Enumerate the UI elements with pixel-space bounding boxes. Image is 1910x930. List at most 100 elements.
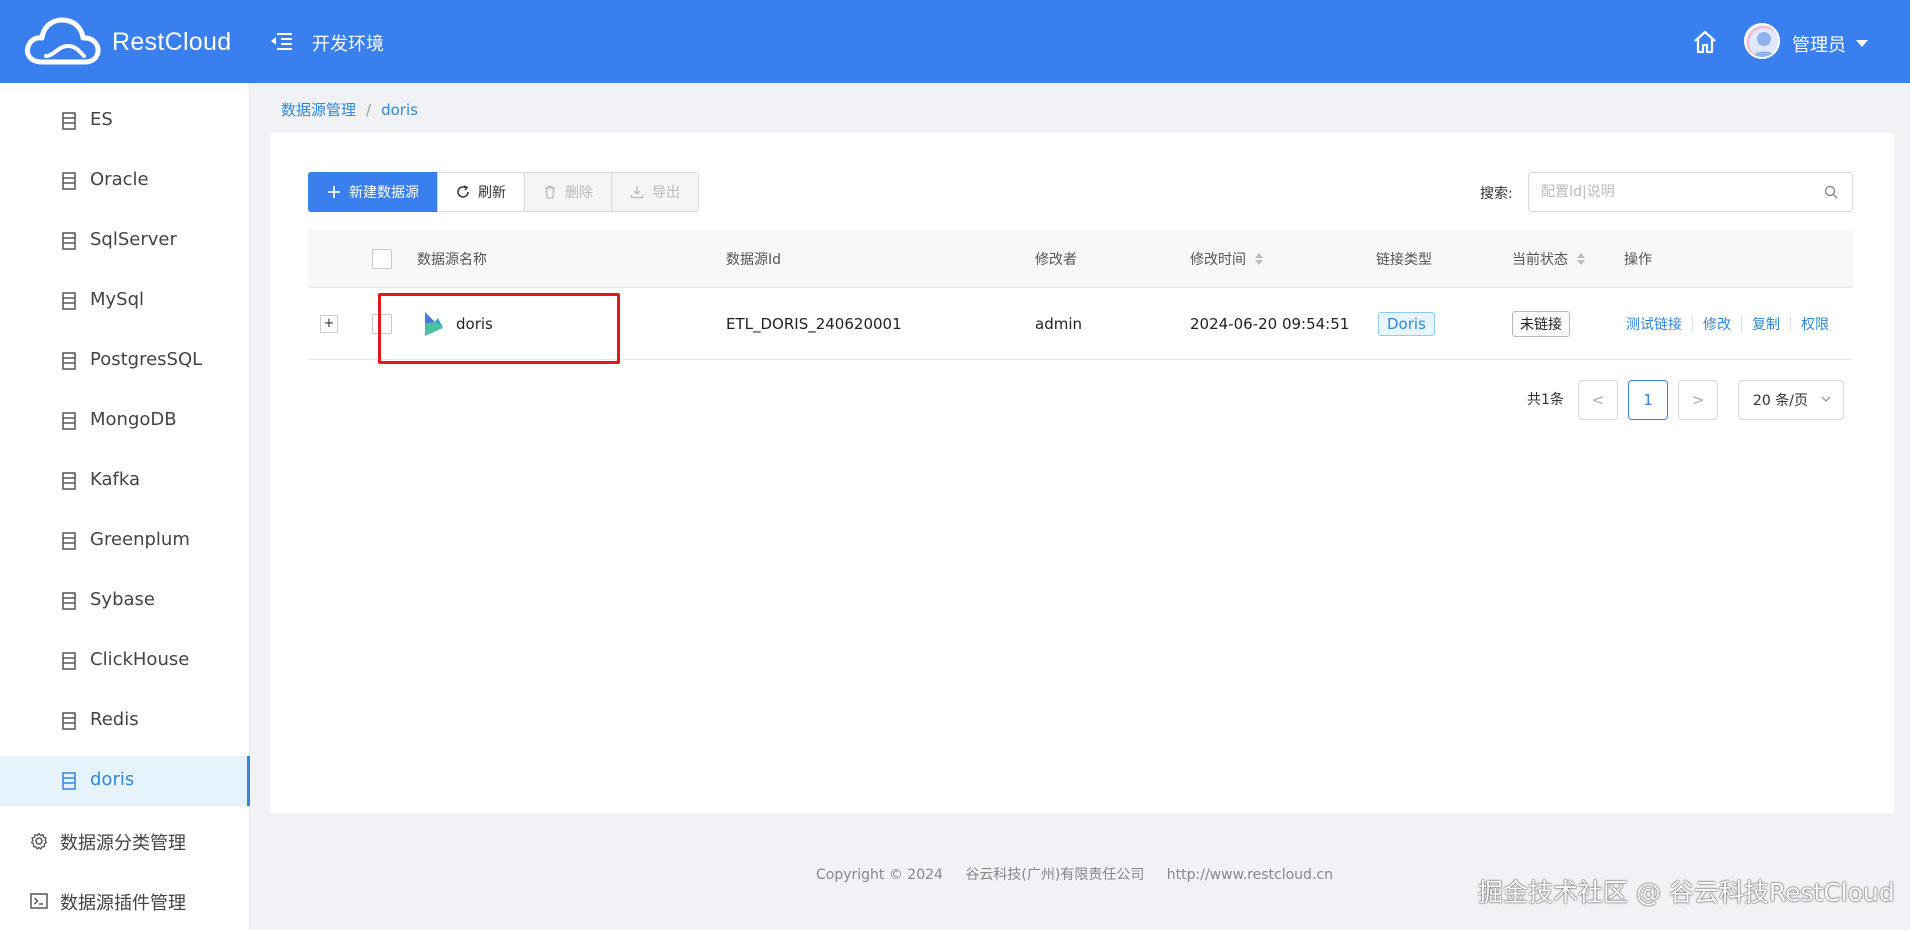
refresh-button[interactable]: 刷新	[437, 172, 525, 212]
sidebar-item-label: PostgresSQL	[90, 349, 203, 370]
download-icon	[630, 186, 644, 199]
expand-row-button[interactable]: +	[320, 314, 338, 333]
copy-link[interactable]: 复制	[1752, 314, 1780, 334]
action-divider	[1692, 316, 1693, 331]
modifier: admin	[1035, 314, 1082, 333]
sidebar-item-kafka[interactable]: Kafka	[0, 456, 250, 506]
sidebar-item-mysql[interactable]: MySql	[0, 276, 250, 326]
watermark: 掘金技术社区 @ 谷云科技RestCloud	[1478, 878, 1895, 907]
sidebar-item-clickhouse[interactable]: ClickHouse	[0, 636, 250, 686]
new-datasource-button[interactable]: 新建数据源	[308, 172, 438, 212]
database-icon	[62, 652, 76, 670]
sidebar-item-label: Kafka	[90, 469, 140, 490]
sidebar-item-greenplum[interactable]: Greenplum	[0, 516, 250, 566]
sidebar-group-label: 数据源插件管理	[60, 893, 186, 914]
page-size-select[interactable]: 20 条/页	[1738, 380, 1844, 420]
top-header: RestCloud 开发环境 管理员	[0, 0, 1910, 83]
sidebar-item-sybase[interactable]: Sybase	[0, 576, 250, 626]
datasource-id: ETL_DORIS_240620001	[726, 314, 902, 333]
sidebar-item-mongodb[interactable]: MongoDB	[0, 396, 250, 446]
sidebar-item-label: Redis	[90, 709, 139, 730]
sidebar-group-label: 数据源分类管理	[60, 833, 186, 854]
export-button[interactable]: 导出	[611, 172, 699, 212]
environment-title[interactable]: 开发环境	[312, 30, 384, 56]
menu-fold-icon[interactable]	[270, 31, 292, 51]
sidebar-item-label: MySql	[90, 289, 145, 310]
pagination-total: 共1条	[1527, 392, 1564, 408]
search-icon[interactable]	[1824, 185, 1838, 199]
breadcrumb-current: doris	[381, 101, 418, 119]
brand-name: RestCloud	[112, 27, 232, 56]
permission-link[interactable]: 权限	[1801, 314, 1829, 334]
home-icon[interactable]	[1692, 29, 1718, 55]
page-1-button[interactable]: 1	[1628, 380, 1668, 420]
select-all-checkbox[interactable]	[372, 248, 392, 269]
database-icon	[62, 412, 76, 430]
column-header-label: 当前状态	[1512, 251, 1568, 268]
sidebar-item-label: ClickHouse	[90, 649, 190, 670]
database-icon	[62, 232, 76, 250]
expand-cell: +	[320, 288, 338, 359]
user-name[interactable]: 管理员	[1792, 31, 1846, 57]
sidebar-group-category-management[interactable]: 数据源分类管理	[0, 816, 250, 866]
database-icon	[62, 292, 76, 310]
search-input[interactable]	[1528, 172, 1853, 212]
column-header-name: 数据源名称	[417, 251, 487, 268]
user-avatar-icon	[1746, 25, 1778, 57]
page-size-value: 20 条/页	[1753, 393, 1808, 409]
sort-icon[interactable]	[1576, 251, 1586, 267]
column-header-modified-time[interactable]: 修改时间	[1190, 230, 1264, 287]
link-type-cell: Doris	[1378, 288, 1435, 359]
toolbar: 新建数据源 刷新 删除 导出	[308, 172, 699, 212]
footer-url[interactable]: http://www.restcloud.cn	[1167, 867, 1333, 883]
sidebar-item-postgressql[interactable]: PostgresSQL	[0, 336, 250, 386]
breadcrumb-separator: /	[366, 101, 372, 119]
footer-copyright: Copyright © 2024	[816, 867, 943, 883]
database-icon	[62, 772, 76, 790]
brand-logo[interactable]: RestCloud	[24, 16, 231, 68]
sidebar-item-oracle[interactable]: Oracle	[0, 156, 250, 206]
action-divider	[1741, 316, 1742, 331]
table-header: 数据源名称 数据源Id 修改者 修改时间 链接类型 当前状态 操作	[308, 230, 1853, 288]
chevron-down-icon	[1821, 396, 1831, 402]
footer: Copyright © 2024 谷云科技(广州)有限责任公司 http://w…	[816, 864, 1351, 884]
column-header-label: 修改时间	[1190, 251, 1246, 268]
highlight-annotation-box	[378, 293, 620, 364]
column-header-link-type: 链接类型	[1376, 251, 1432, 268]
column-header-actions: 操作	[1624, 251, 1652, 268]
sidebar-item-redis[interactable]: Redis	[0, 696, 250, 746]
breadcrumb-root[interactable]: 数据源管理	[281, 101, 356, 119]
database-icon	[62, 172, 76, 190]
sidebar-item-label: SqlServer	[90, 229, 177, 250]
sidebar-item-label: MongoDB	[90, 409, 177, 430]
sidebar-group-plugin-management[interactable]: 数据源插件管理	[0, 876, 250, 926]
select-all-cell	[372, 230, 392, 287]
terminal-icon	[30, 893, 48, 909]
sidebar-item-es[interactable]: ES	[0, 96, 250, 146]
avatar[interactable]	[1744, 23, 1780, 59]
row-actions: 测试链接 修改 复制 权限	[1626, 288, 1829, 359]
action-divider	[1790, 316, 1791, 331]
sidebar-item-label: doris	[90, 769, 135, 790]
gear-icon	[30, 832, 48, 850]
test-connection-link[interactable]: 测试链接	[1626, 314, 1682, 334]
refresh-icon	[457, 185, 469, 198]
prev-page-button[interactable]: <	[1578, 380, 1618, 420]
sidebar-item-sqlserver[interactable]: SqlServer	[0, 216, 250, 266]
next-page-button[interactable]: >	[1678, 380, 1718, 420]
trash-icon	[545, 185, 555, 199]
column-header-status[interactable]: 当前状态	[1512, 230, 1586, 287]
edit-link[interactable]: 修改	[1703, 314, 1731, 334]
database-icon	[62, 352, 76, 370]
delete-button[interactable]: 删除	[524, 172, 612, 212]
sidebar-item-doris[interactable]: doris	[0, 756, 250, 806]
cloud-logo-icon	[25, 17, 101, 65]
sort-icon[interactable]	[1254, 251, 1264, 267]
sidebar-item-label: Oracle	[90, 169, 149, 190]
sidebar-item-label: Greenplum	[90, 529, 190, 550]
sidebar-item-label: Sybase	[90, 589, 155, 610]
new-datasource-label: 新建数据源	[349, 185, 419, 201]
database-icon	[62, 112, 76, 130]
caret-down-icon[interactable]	[1856, 40, 1868, 47]
refresh-label: 刷新	[478, 185, 506, 201]
